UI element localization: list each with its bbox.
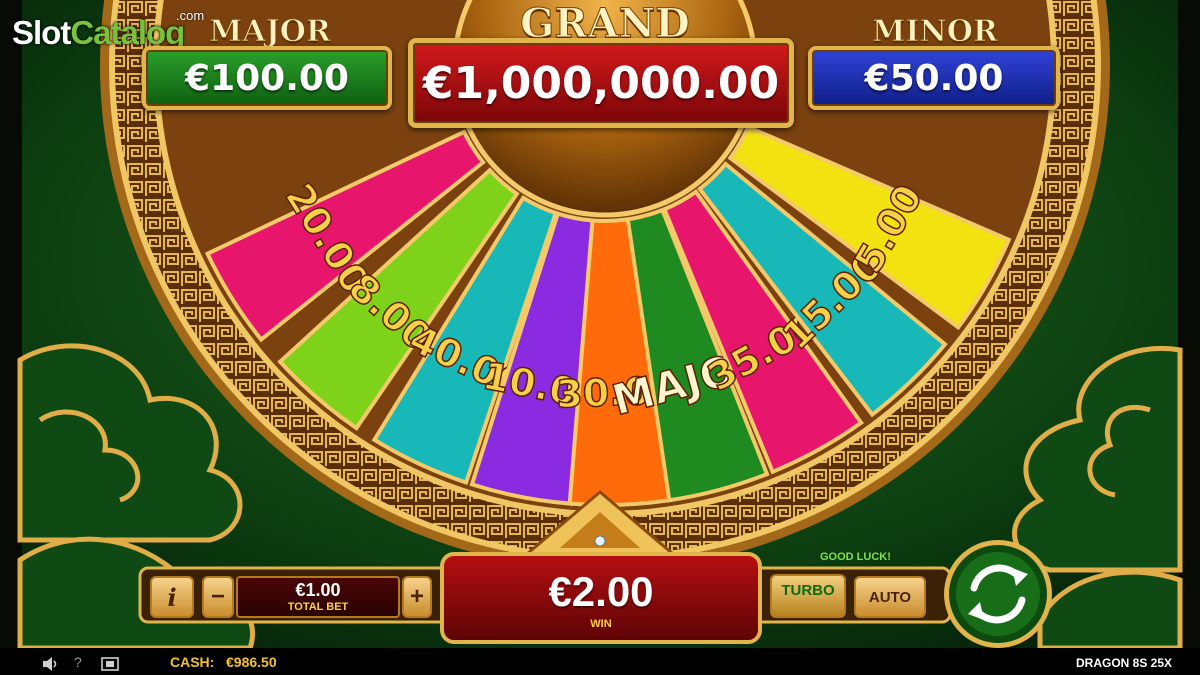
total-bet-label: TOTAL BET — [287, 601, 349, 613]
spin-button[interactable] — [942, 538, 1054, 650]
minor-jackpot-panel: €50.00 — [808, 46, 1060, 110]
major-jackpot-panel: €100.00 — [142, 46, 392, 110]
grand-jackpot-panel: €1,000,000.00 — [408, 38, 794, 128]
cash-value: €986.50 — [226, 654, 277, 670]
good-luck-message: GOOD LUCK! — [820, 551, 891, 563]
total-bet-display: €1.00 TOTAL BET — [236, 576, 400, 618]
auto-button[interactable]: AUTO — [854, 576, 926, 618]
total-bet-value: €1.00 — [295, 580, 341, 600]
left-edge — [0, 0, 22, 648]
win-label: WIN — [590, 618, 612, 630]
watermark-brand-a: Slot — [12, 14, 71, 51]
major-jackpot-title: MAJOR — [209, 14, 332, 50]
win-display: €2.00 WIN — [440, 552, 762, 644]
win-value: €2.00 — [548, 568, 654, 615]
sound-icon[interactable] — [42, 656, 60, 672]
fullscreen-icon[interactable] — [101, 657, 119, 671]
decrease-bet-button[interactable]: − — [202, 576, 234, 618]
grand-jackpot-value: €1,000,000.00 — [422, 57, 780, 109]
minor-jackpot-title: MINOR — [872, 14, 999, 50]
major-jackpot-value: €100.00 — [185, 57, 349, 99]
minor-jackpot-value: €50.00 — [864, 57, 1004, 99]
help-button[interactable]: ? — [74, 654, 82, 670]
game-name: DRAGON 8S 25X — [1076, 656, 1173, 670]
cash-label: CASH: — [170, 654, 215, 670]
increase-bet-button[interactable]: + — [402, 576, 432, 618]
info-button[interactable]: i — [150, 576, 194, 618]
game-screen: 20.00 8.00 40.00 10.00 30.00 MAJOR 35.00 15.00 5… — [0, 0, 1200, 675]
turbo-button[interactable]: TURBO — [770, 574, 846, 618]
